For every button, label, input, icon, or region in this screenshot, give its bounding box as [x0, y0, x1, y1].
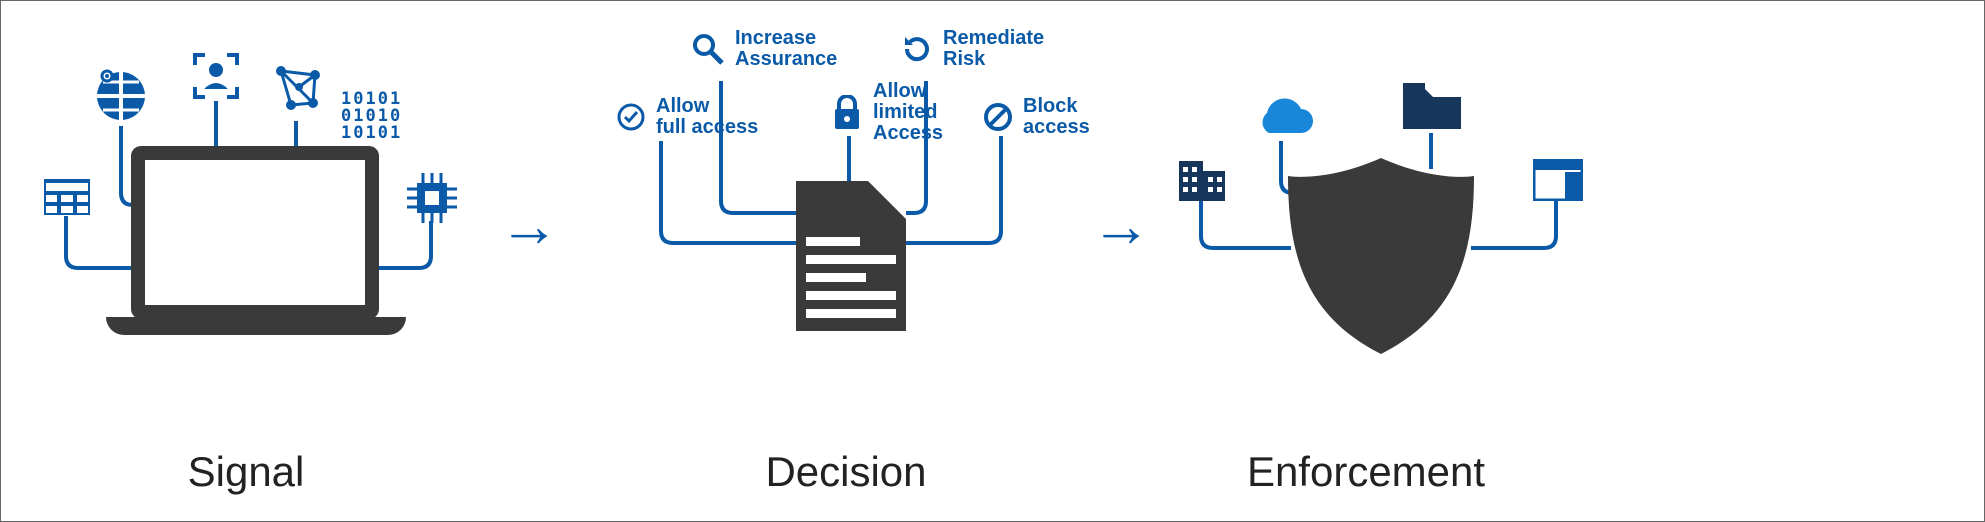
decision-section: Allow full access Increase Assurance All…	[591, 6, 1091, 356]
block-icon	[983, 102, 1013, 132]
browser-window-icon	[1533, 159, 1583, 210]
decision-label: Increase Assurance	[735, 28, 837, 70]
globe-icon	[93, 68, 149, 133]
decision-label: Remediate Risk	[943, 28, 1044, 70]
decision-increase-assurance: Increase Assurance	[691, 28, 837, 70]
check-circle-icon	[616, 102, 646, 132]
decision-allow-full: Allow full access	[616, 96, 758, 138]
shield-icon	[1286, 156, 1476, 356]
signal-section: 10101 01010 10101	[21, 21, 461, 341]
document-icon	[796, 181, 906, 331]
user-focus-icon	[193, 53, 239, 108]
stage-label-signal: Signal	[161, 448, 331, 496]
decision-remediate-risk: Remediate Risk	[901, 28, 1044, 70]
decision-block-access: Block access	[983, 96, 1090, 138]
lock-icon	[831, 95, 863, 131]
cloud-icon	[1251, 97, 1315, 150]
decision-label: Allow limited Access	[873, 81, 943, 144]
stage-label-enforcement: Enforcement	[1211, 448, 1521, 496]
refresh-icon	[901, 33, 933, 65]
decision-label: Block access	[1023, 96, 1090, 138]
folder-icon	[1401, 81, 1463, 140]
decision-label: Allow full access	[656, 96, 758, 138]
network-graph-icon	[271, 61, 325, 124]
diagram-container: Signal Decision Enforcement → →	[0, 0, 1985, 522]
calendar-icon	[44, 175, 90, 224]
decision-allow-limited: Allow limited Access	[831, 81, 943, 144]
stage-label-decision: Decision	[741, 448, 951, 496]
magnifier-icon	[691, 32, 725, 66]
flow-arrow-icon: →	[499, 191, 559, 260]
laptop-icon	[131, 146, 406, 335]
enforcement-section	[1171, 51, 1581, 351]
chip-icon	[407, 173, 457, 232]
building-icon	[1179, 151, 1225, 210]
binary-data-icon: 10101 01010 10101	[341, 91, 402, 142]
